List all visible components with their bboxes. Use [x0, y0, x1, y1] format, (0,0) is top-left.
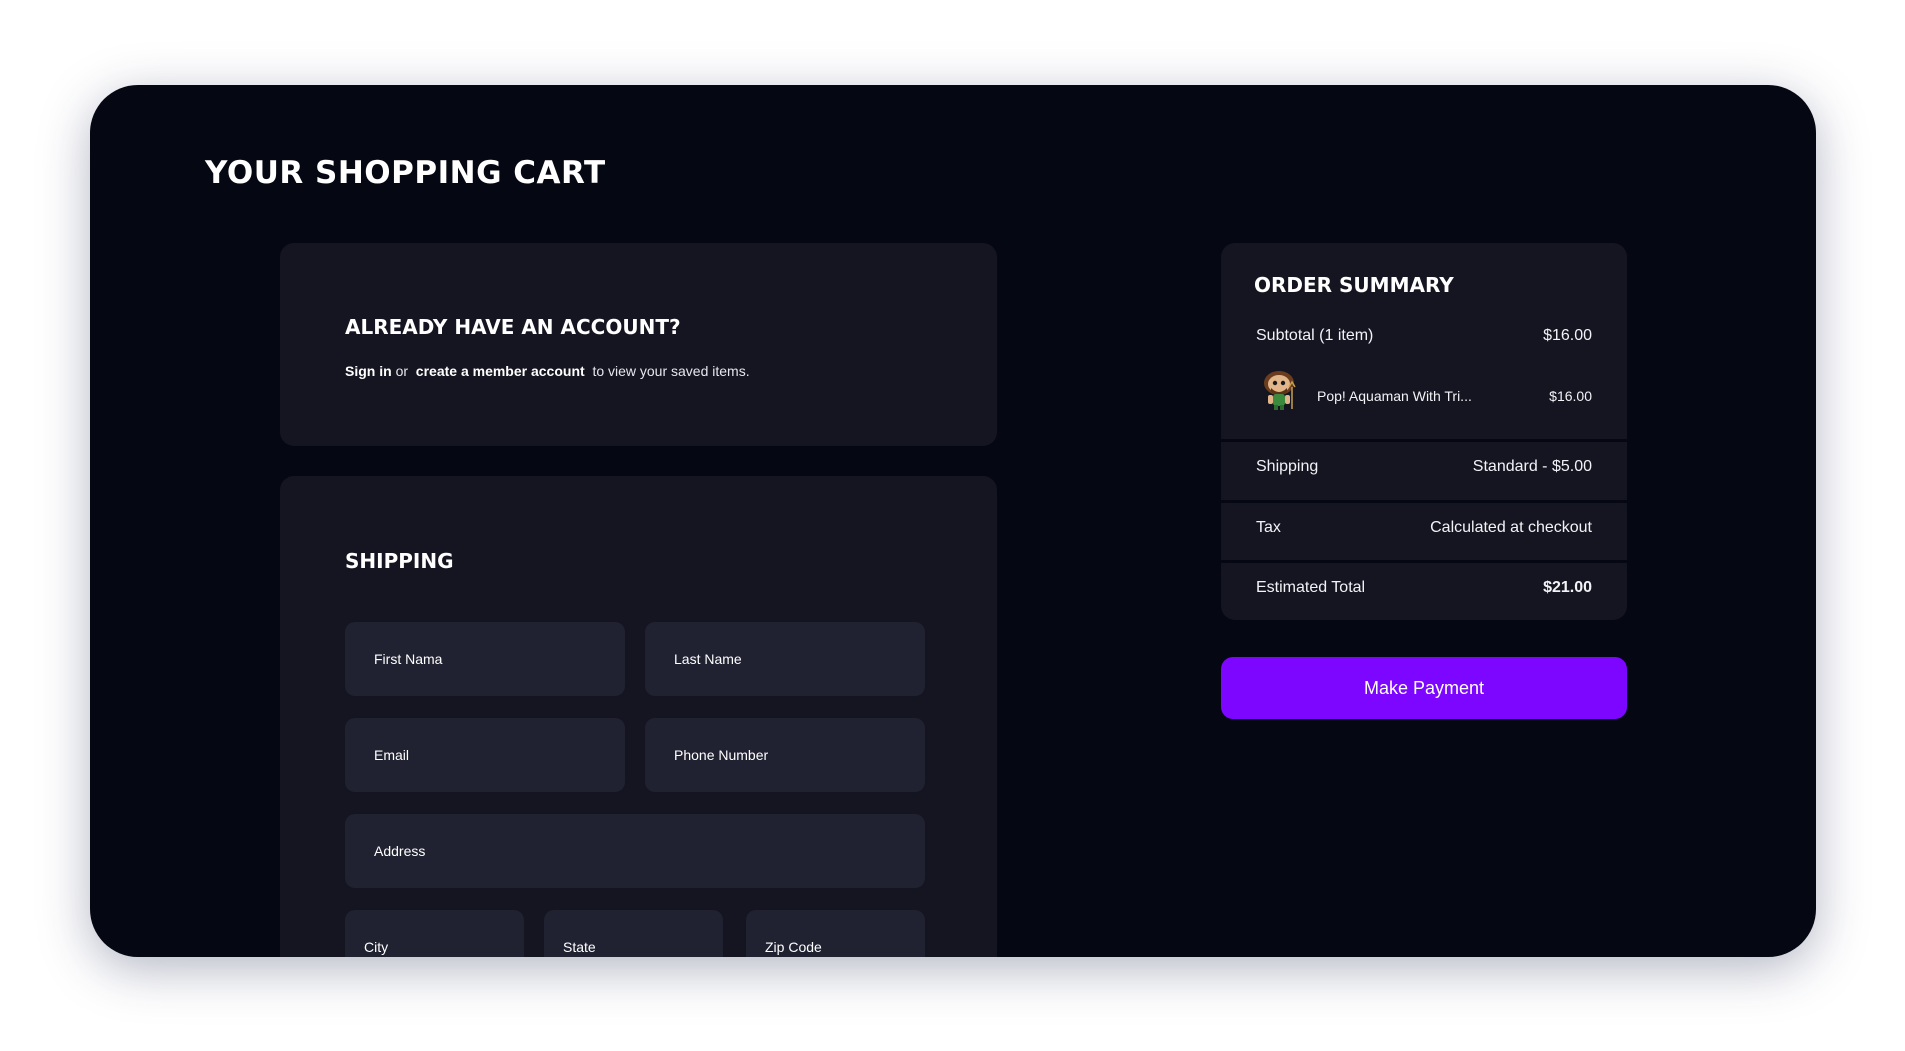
account-suffix-text: to view your saved items. [592, 363, 750, 379]
email-field-wrap [345, 718, 625, 792]
funko-pop-figure-icon [1264, 371, 1296, 410]
subtotal-row: Subtotal (1 item) $16.00 [1256, 327, 1592, 345]
account-or-text: or [395, 363, 409, 379]
sign-in-link[interactable]: Sign in [345, 363, 392, 379]
phone-field[interactable] [645, 718, 925, 792]
phone-field-wrap [645, 718, 925, 792]
zip-field-wrap [746, 910, 925, 957]
order-summary-title: ORDER SUMMARY [1254, 273, 1454, 297]
account-card: ALREADY HAVE AN ACCOUNT? Sign in or crea… [280, 243, 997, 446]
shipping-row: Shipping Standard - $5.00 [1256, 458, 1592, 476]
state-field-wrap [544, 910, 723, 957]
item-name: Pop! Aquaman With Tri... [1317, 388, 1472, 404]
account-prompt: Sign in or create a member account to vi… [345, 363, 750, 379]
state-field[interactable] [544, 910, 723, 957]
shipping-value: Standard - $5.00 [1472, 458, 1592, 475]
account-heading: ALREADY HAVE AN ACCOUNT? [345, 315, 681, 339]
shipping-heading: SHIPPING [345, 549, 454, 573]
city-field-wrap [345, 910, 524, 957]
create-account-link[interactable]: create a member account [416, 363, 585, 379]
summary-divider [1221, 500, 1627, 503]
order-summary-card: ORDER SUMMARY Subtotal (1 item) $16.00 P… [1221, 243, 1627, 620]
address-field-wrap [345, 814, 925, 888]
item-price: $16.00 [1549, 388, 1592, 404]
shipping-card: SHIPPING [280, 476, 997, 957]
summary-divider [1221, 560, 1627, 563]
last-name-field-wrap [645, 622, 925, 696]
cart-window: YOUR SHOPPING CART ALREADY HAVE AN ACCOU… [90, 85, 1816, 957]
tax-label: Tax [1256, 519, 1281, 536]
city-field[interactable] [345, 910, 524, 957]
summary-divider [1221, 439, 1627, 442]
tax-value: Calculated at checkout [1430, 519, 1592, 536]
address-field[interactable] [345, 814, 925, 888]
first-name-field-wrap [345, 622, 625, 696]
first-name-field[interactable] [345, 622, 625, 696]
tax-row: Tax Calculated at checkout [1256, 519, 1592, 537]
shipping-label: Shipping [1256, 458, 1319, 475]
total-value: $21.00 [1543, 579, 1592, 596]
email-field[interactable] [345, 718, 625, 792]
total-label: Estimated Total [1256, 579, 1366, 596]
zip-field[interactable] [746, 910, 925, 957]
make-payment-button[interactable]: Make Payment [1221, 657, 1627, 719]
subtotal-value: $16.00 [1543, 327, 1592, 344]
total-row: Estimated Total $21.00 [1256, 579, 1592, 597]
page-title: YOUR SHOPPING CART [205, 155, 606, 191]
subtotal-label: Subtotal (1 item) [1256, 327, 1374, 344]
last-name-field[interactable] [645, 622, 925, 696]
